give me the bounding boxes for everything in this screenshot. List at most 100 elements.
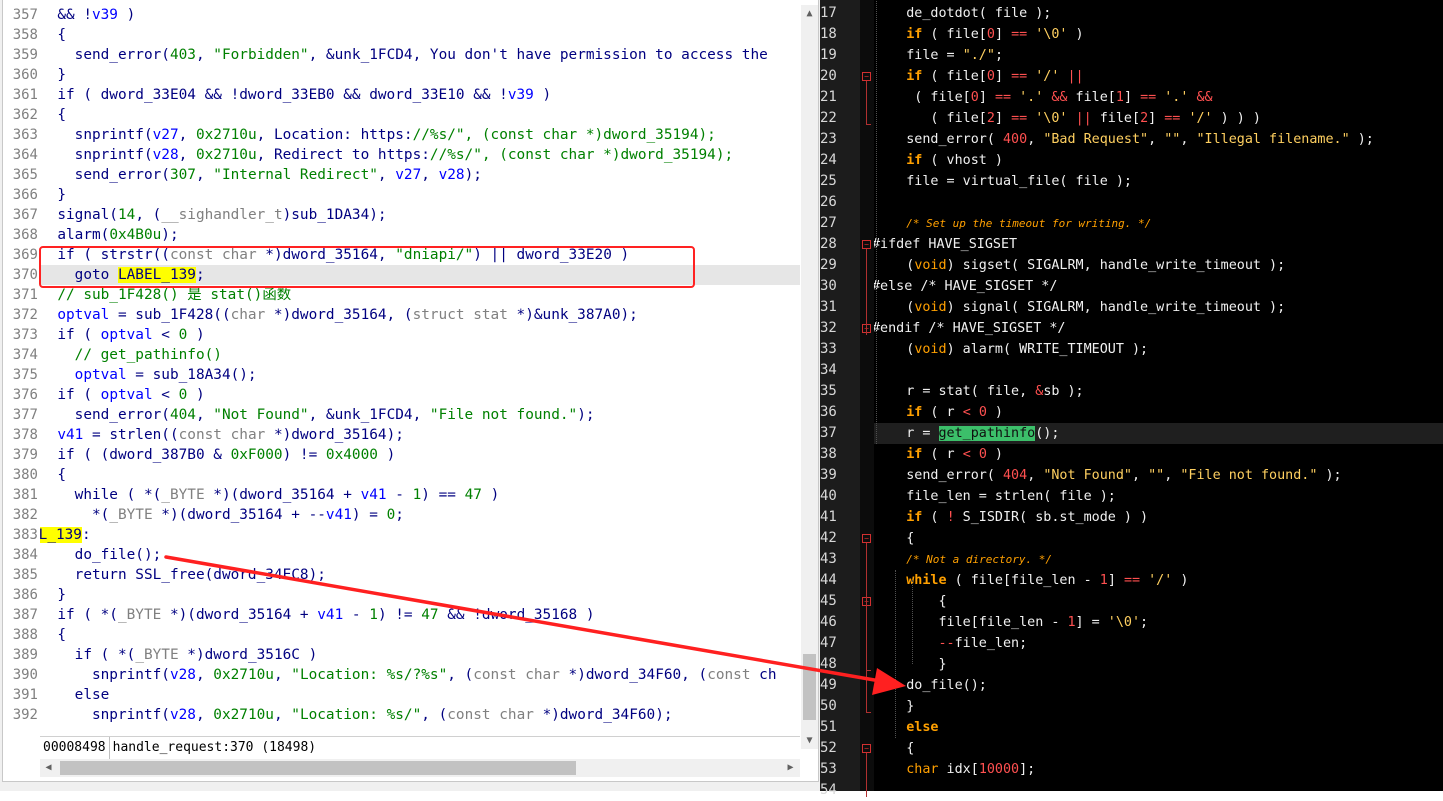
scroll-left-arrow-icon[interactable]: ◀: [40, 759, 57, 777]
fold-toggle-icon[interactable]: −: [862, 72, 871, 81]
horizontal-scrollbar[interactable]: ◀ ▶: [40, 759, 800, 777]
fold-toggle-icon[interactable]: −: [862, 240, 871, 249]
source-line[interactable]: {: [874, 738, 1443, 759]
pseudocode-view[interactable]: 357 358 359 360 361 362 363 364 365 366 367 368 369 3…: [2, 0, 819, 782]
code-line[interactable]: else: [40, 685, 800, 705]
code-line[interactable]: return SSL_free(dword_34EC8);: [40, 565, 800, 585]
line-number: 365: [12, 167, 38, 183]
pseudocode-text-area[interactable]: && !v39 ) { send_error(403, "Forbidden",…: [40, 5, 800, 735]
source-line-number: 45: [820, 593, 837, 609]
fold-toggle-icon[interactable]: −: [862, 744, 871, 753]
code-line[interactable]: v41 = strlen((const char *)dword_35164);: [40, 425, 800, 445]
code-line[interactable]: {: [40, 465, 800, 485]
source-line[interactable]: r = get_pathinfo();: [874, 423, 1443, 444]
code-line[interactable]: if ( optval < 0 ): [40, 325, 800, 345]
source-line-number: 41: [820, 509, 837, 525]
code-line[interactable]: send_error(404, "Not Found", &unk_1FCD4,…: [40, 405, 800, 425]
line-number: 374: [12, 347, 38, 363]
source-line[interactable]: r = stat( file, &sb );: [874, 381, 1443, 402]
source-line[interactable]: ( file[0] == '.' && file[1] == '.' &&: [874, 87, 1443, 108]
source-line[interactable]: ( file[2] == '\0' || file[2] == '/' ) ) …: [874, 108, 1443, 129]
code-line[interactable]: {: [40, 625, 800, 645]
source-line[interactable]: else: [874, 717, 1443, 738]
code-line[interactable]: send_error(403, "Forbidden", &unk_1FCD4,…: [40, 45, 800, 65]
scroll-right-arrow-icon[interactable]: ▶: [782, 759, 799, 777]
source-line[interactable]: {: [874, 591, 1443, 612]
code-line[interactable]: LABEL_139:: [40, 525, 800, 545]
code-line[interactable]: if ( optval < 0 ): [40, 385, 800, 405]
source-line[interactable]: send_error( 404, "Not Found", "", "File …: [874, 465, 1443, 486]
source-line[interactable]: (void) alarm( WRITE_TIMEOUT );: [874, 339, 1443, 360]
source-line[interactable]: file[file_len - 1] = '\0';: [874, 612, 1443, 633]
fold-toggle-icon[interactable]: −: [862, 534, 871, 543]
code-line[interactable]: && !v39 ): [40, 5, 800, 25]
scroll-up-arrow-icon[interactable]: ▲: [801, 5, 818, 22]
code-line[interactable]: }: [40, 585, 800, 605]
code-line[interactable]: snprintf(v27, 0x2710u, Location: https:/…: [40, 125, 800, 145]
source-line-number: 48: [820, 656, 837, 672]
source-line[interactable]: do_file();: [874, 675, 1443, 696]
horizontal-scroll-thumb[interactable]: [60, 761, 576, 775]
source-line[interactable]: [874, 192, 1443, 213]
code-line[interactable]: send_error(307, "Internal Redirect", v27…: [40, 165, 800, 185]
source-line[interactable]: file = virtual_file( file );: [874, 171, 1443, 192]
source-line[interactable]: (void) sigset( SIGALRM, handle_write_tim…: [874, 255, 1443, 276]
source-line[interactable]: if ( file[0] == '/' ||: [874, 66, 1443, 87]
source-line[interactable]: (void) signal( SIGALRM, handle_write_tim…: [874, 297, 1443, 318]
code-line[interactable]: optval = sub_18A34();: [40, 365, 800, 385]
source-line[interactable]: send_error( 400, "Bad Request", "", "Ill…: [874, 129, 1443, 150]
code-line[interactable]: if ( (dword_387B0 & 0xF000) != 0x4000 ): [40, 445, 800, 465]
source-line[interactable]: char idx[10000];: [874, 759, 1443, 780]
code-line[interactable]: snprintf(v28, 0x2710u, Redirect to https…: [40, 145, 800, 165]
source-line[interactable]: #ifdef HAVE_SIGSET: [874, 234, 1441, 255]
vertical-scrollbar[interactable]: ▲ ▼: [801, 5, 818, 749]
code-line[interactable]: if ( dword_33E04 && !dword_33EB0 && dwor…: [40, 85, 800, 105]
source-line[interactable]: while ( file[file_len - 1] == '/' ): [874, 570, 1443, 591]
source-line-number: 53: [820, 761, 837, 777]
source-line[interactable]: file = "./";: [874, 45, 1443, 66]
code-line[interactable]: while ( *(_BYTE *)(dword_35164 + v41 - 1…: [40, 485, 800, 505]
code-line[interactable]: snprintf(v28, 0x2710u, "Location: %s/", …: [40, 705, 800, 725]
source-line[interactable]: }: [874, 654, 1443, 675]
code-line[interactable]: signal(14, (__sighandler_t)sub_1DA34);: [40, 205, 800, 225]
code-line[interactable]: }: [40, 185, 800, 205]
line-number: 362: [12, 107, 38, 123]
source-line[interactable]: {: [874, 528, 1443, 549]
code-line[interactable]: if ( *(_BYTE *)dword_3516C ): [40, 645, 800, 665]
code-line[interactable]: do_file();: [40, 545, 800, 565]
source-line-number: 52: [820, 740, 837, 756]
source-line[interactable]: #endif /* HAVE_SIGSET */: [874, 318, 1441, 339]
source-line[interactable]: }: [874, 696, 1443, 717]
source-line[interactable]: if ( ! S_ISDIR( sb.st_mode ) ): [874, 507, 1443, 528]
code-line[interactable]: *(_BYTE *)(dword_35164 + --v41) = 0;: [40, 505, 800, 525]
source-line[interactable]: /* Not a directory. */: [874, 549, 1443, 570]
source-line-number: 42: [820, 530, 837, 546]
source-line[interactable]: [874, 780, 1443, 791]
code-line[interactable]: {: [40, 25, 800, 45]
source-line[interactable]: if ( r < 0 ): [874, 402, 1443, 423]
source-text-area[interactable]: de_dotdot( file ); if ( file[0] == '\0' …: [874, 0, 1443, 791]
source-line[interactable]: if ( r < 0 ): [874, 444, 1443, 465]
source-line-number: 21: [820, 89, 837, 105]
code-line[interactable]: }: [40, 65, 800, 85]
code-line[interactable]: optval = sub_1F428((char *)dword_35164, …: [40, 305, 800, 325]
line-number: 369: [12, 247, 38, 263]
source-line[interactable]: #else /* HAVE_SIGSET */: [874, 276, 1441, 297]
code-line[interactable]: {: [40, 105, 800, 125]
source-line-number: 28: [820, 236, 837, 252]
vertical-scroll-thumb[interactable]: [803, 654, 816, 720]
source-line[interactable]: /* Set up the timeout for writing. */: [874, 213, 1443, 234]
scroll-down-arrow-icon[interactable]: ▼: [801, 732, 818, 749]
source-line[interactable]: de_dotdot( file );: [874, 3, 1443, 24]
code-line[interactable]: alarm(0x4B0u);: [40, 225, 800, 245]
source-line[interactable]: [874, 360, 1443, 381]
code-line[interactable]: // sub_1F428() 是 stat()函数: [40, 285, 800, 305]
code-line[interactable]: snprintf(v28, 0x2710u, "Location: %s/?%s…: [40, 665, 800, 685]
code-line[interactable]: // get_pathinfo(): [40, 345, 800, 365]
source-line[interactable]: if ( file[0] == '\0' ): [874, 24, 1443, 45]
code-line[interactable]: if ( *(_BYTE *)(dword_35164 + v41 - 1) !…: [40, 605, 800, 625]
source-line[interactable]: if ( vhost ): [874, 150, 1443, 171]
source-line[interactable]: --file_len;: [874, 633, 1443, 654]
line-number: 361: [12, 87, 38, 103]
source-line[interactable]: file_len = strlen( file );: [874, 486, 1443, 507]
